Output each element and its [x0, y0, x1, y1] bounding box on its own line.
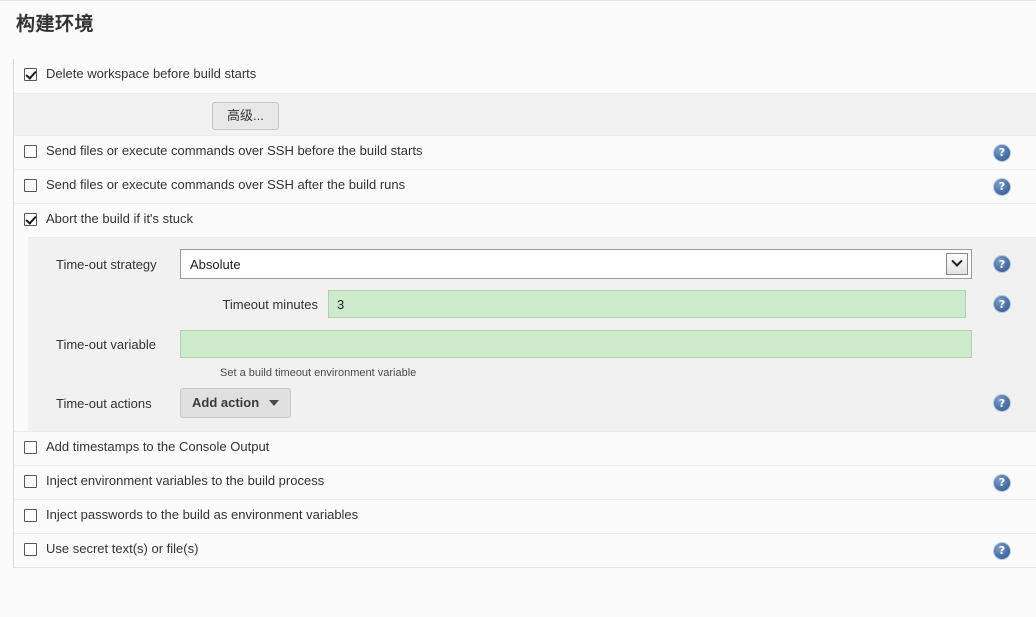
checkbox-timestamps[interactable] [24, 440, 37, 454]
timeout-strategy-select[interactable]: Absolute [180, 249, 972, 279]
checkbox-inject-passwords[interactable] [24, 508, 37, 522]
help-icon-timeout-actions[interactable]: ? [994, 395, 1010, 411]
label-inject-env: Inject environment variables to the buil… [46, 473, 325, 488]
label-timestamps: Add timestamps to the Console Output [46, 439, 270, 454]
label-secret-files: Use secret text(s) or file(s) [46, 541, 199, 556]
add-action-button[interactable]: Add action [180, 388, 292, 418]
label-inject-passwords: Inject passwords to the build as environ… [46, 507, 359, 522]
advanced-button[interactable]: 高级... [212, 102, 279, 130]
help-icon-ssh-before[interactable]: ? [994, 144, 1010, 161]
option-row-ssh-after: Send files or execute commands over SSH … [14, 169, 1036, 203]
label-delete-workspace: Delete workspace before build starts [46, 66, 257, 81]
help-icon-glyph: ? [998, 396, 1006, 410]
option-row-inject-env: Inject environment variables to the buil… [14, 465, 1036, 499]
timeout-actions-row: Time-out actions Add action ? [28, 383, 1036, 423]
timeout-actions-label: Time-out actions [56, 395, 152, 411]
checkbox-secret-files[interactable] [24, 542, 37, 556]
help-icon-glyph: ? [998, 146, 1006, 159]
label-ssh-before: Send files or execute commands over SSH … [46, 143, 423, 158]
checkbox-row-timestamps[interactable]: Add timestamps to the Console Output [14, 432, 1036, 462]
timeout-minutes-control [328, 290, 966, 318]
help-icon-glyph: ? [998, 297, 1006, 311]
option-row-timestamps: Add timestamps to the Console Output [14, 431, 1036, 465]
checkbox-delete-workspace[interactable] [24, 67, 37, 81]
timeout-minutes-row: Timeout minutes ? [28, 284, 1036, 324]
checkbox-row-inject-passwords[interactable]: Inject passwords to the build as environ… [14, 500, 1036, 530]
help-icon-glyph: ? [998, 544, 1006, 557]
help-icon-glyph: ? [998, 180, 1006, 193]
advanced-button-row: 高级... [14, 93, 1036, 135]
timeout-settings-panel: Time-out strategy Absolute ? Timeout min… [28, 237, 1036, 431]
page-title: 构建环境 [16, 14, 95, 35]
help-icon-timeout-minutes[interactable]: ? [994, 296, 1010, 312]
option-row-delete-workspace: Delete workspace before build starts [14, 59, 1036, 93]
timeout-strategy-control: Absolute [180, 249, 972, 279]
checkbox-row-inject-env[interactable]: Inject environment variables to the buil… [14, 466, 1036, 496]
label-ssh-after: Send files or execute commands over SSH … [46, 177, 406, 192]
checkbox-row-delete-workspace[interactable]: Delete workspace before build starts [14, 59, 1036, 89]
option-row-ssh-before: Send files or execute commands over SSH … [14, 135, 1036, 169]
checkbox-ssh-after[interactable] [24, 178, 37, 192]
timeout-variable-input[interactable] [180, 330, 972, 358]
help-icon-secret-files[interactable]: ? [994, 542, 1010, 559]
caret-down-icon [269, 400, 280, 406]
help-icon-inject-env[interactable]: ? [994, 474, 1010, 491]
timeout-variable-label: Time-out variable [56, 336, 156, 352]
checkbox-abort-stuck[interactable] [24, 212, 37, 226]
timeout-minutes-label: Timeout minutes [222, 296, 318, 312]
option-row-secret-files: Use secret text(s) or file(s) ? [14, 533, 1036, 567]
checkbox-inject-env[interactable] [24, 474, 37, 488]
timeout-strategy-row: Time-out strategy Absolute ? [28, 244, 1036, 284]
checkbox-row-abort-stuck[interactable]: Abort the build if it's stuck [14, 204, 1036, 234]
checkbox-ssh-before[interactable] [24, 144, 37, 158]
timeout-variable-row: Time-out variable [28, 324, 1036, 364]
build-environment-page: 构建环境 Delete workspace before build start… [0, 0, 1036, 617]
checkbox-row-ssh-before[interactable]: Send files or execute commands over SSH … [14, 136, 1036, 166]
timeout-strategy-label: Time-out strategy [56, 256, 157, 272]
option-row-inject-passwords: Inject passwords to the build as environ… [14, 499, 1036, 533]
add-action-button-label: Add action [192, 395, 260, 410]
help-icon-ssh-after[interactable]: ? [994, 178, 1010, 195]
checkbox-row-secret-files[interactable]: Use secret text(s) or file(s) [14, 534, 1036, 564]
help-icon-glyph: ? [998, 476, 1006, 489]
help-icon-timeout-strategy[interactable]: ? [994, 256, 1010, 272]
advanced-button-wrapper: 高级... [212, 102, 1036, 130]
timeout-minutes-input[interactable] [328, 290, 966, 318]
timeout-strategy-value: Absolute [190, 256, 241, 272]
timeout-actions-control: Add action [180, 388, 292, 418]
timeout-variable-description: Set a build timeout environment variable [220, 367, 417, 379]
build-environment-config-block: Delete workspace before build starts 高级.… [13, 59, 1036, 568]
label-abort-stuck: Abort the build if it's stuck [46, 211, 193, 226]
option-row-abort-stuck: Abort the build if it's stuck [14, 203, 1036, 237]
chevron-down-icon[interactable] [946, 253, 968, 275]
checkbox-row-ssh-after[interactable]: Send files or execute commands over SSH … [14, 170, 1036, 200]
help-icon-glyph: ? [998, 257, 1006, 271]
timeout-variable-control [180, 330, 972, 358]
